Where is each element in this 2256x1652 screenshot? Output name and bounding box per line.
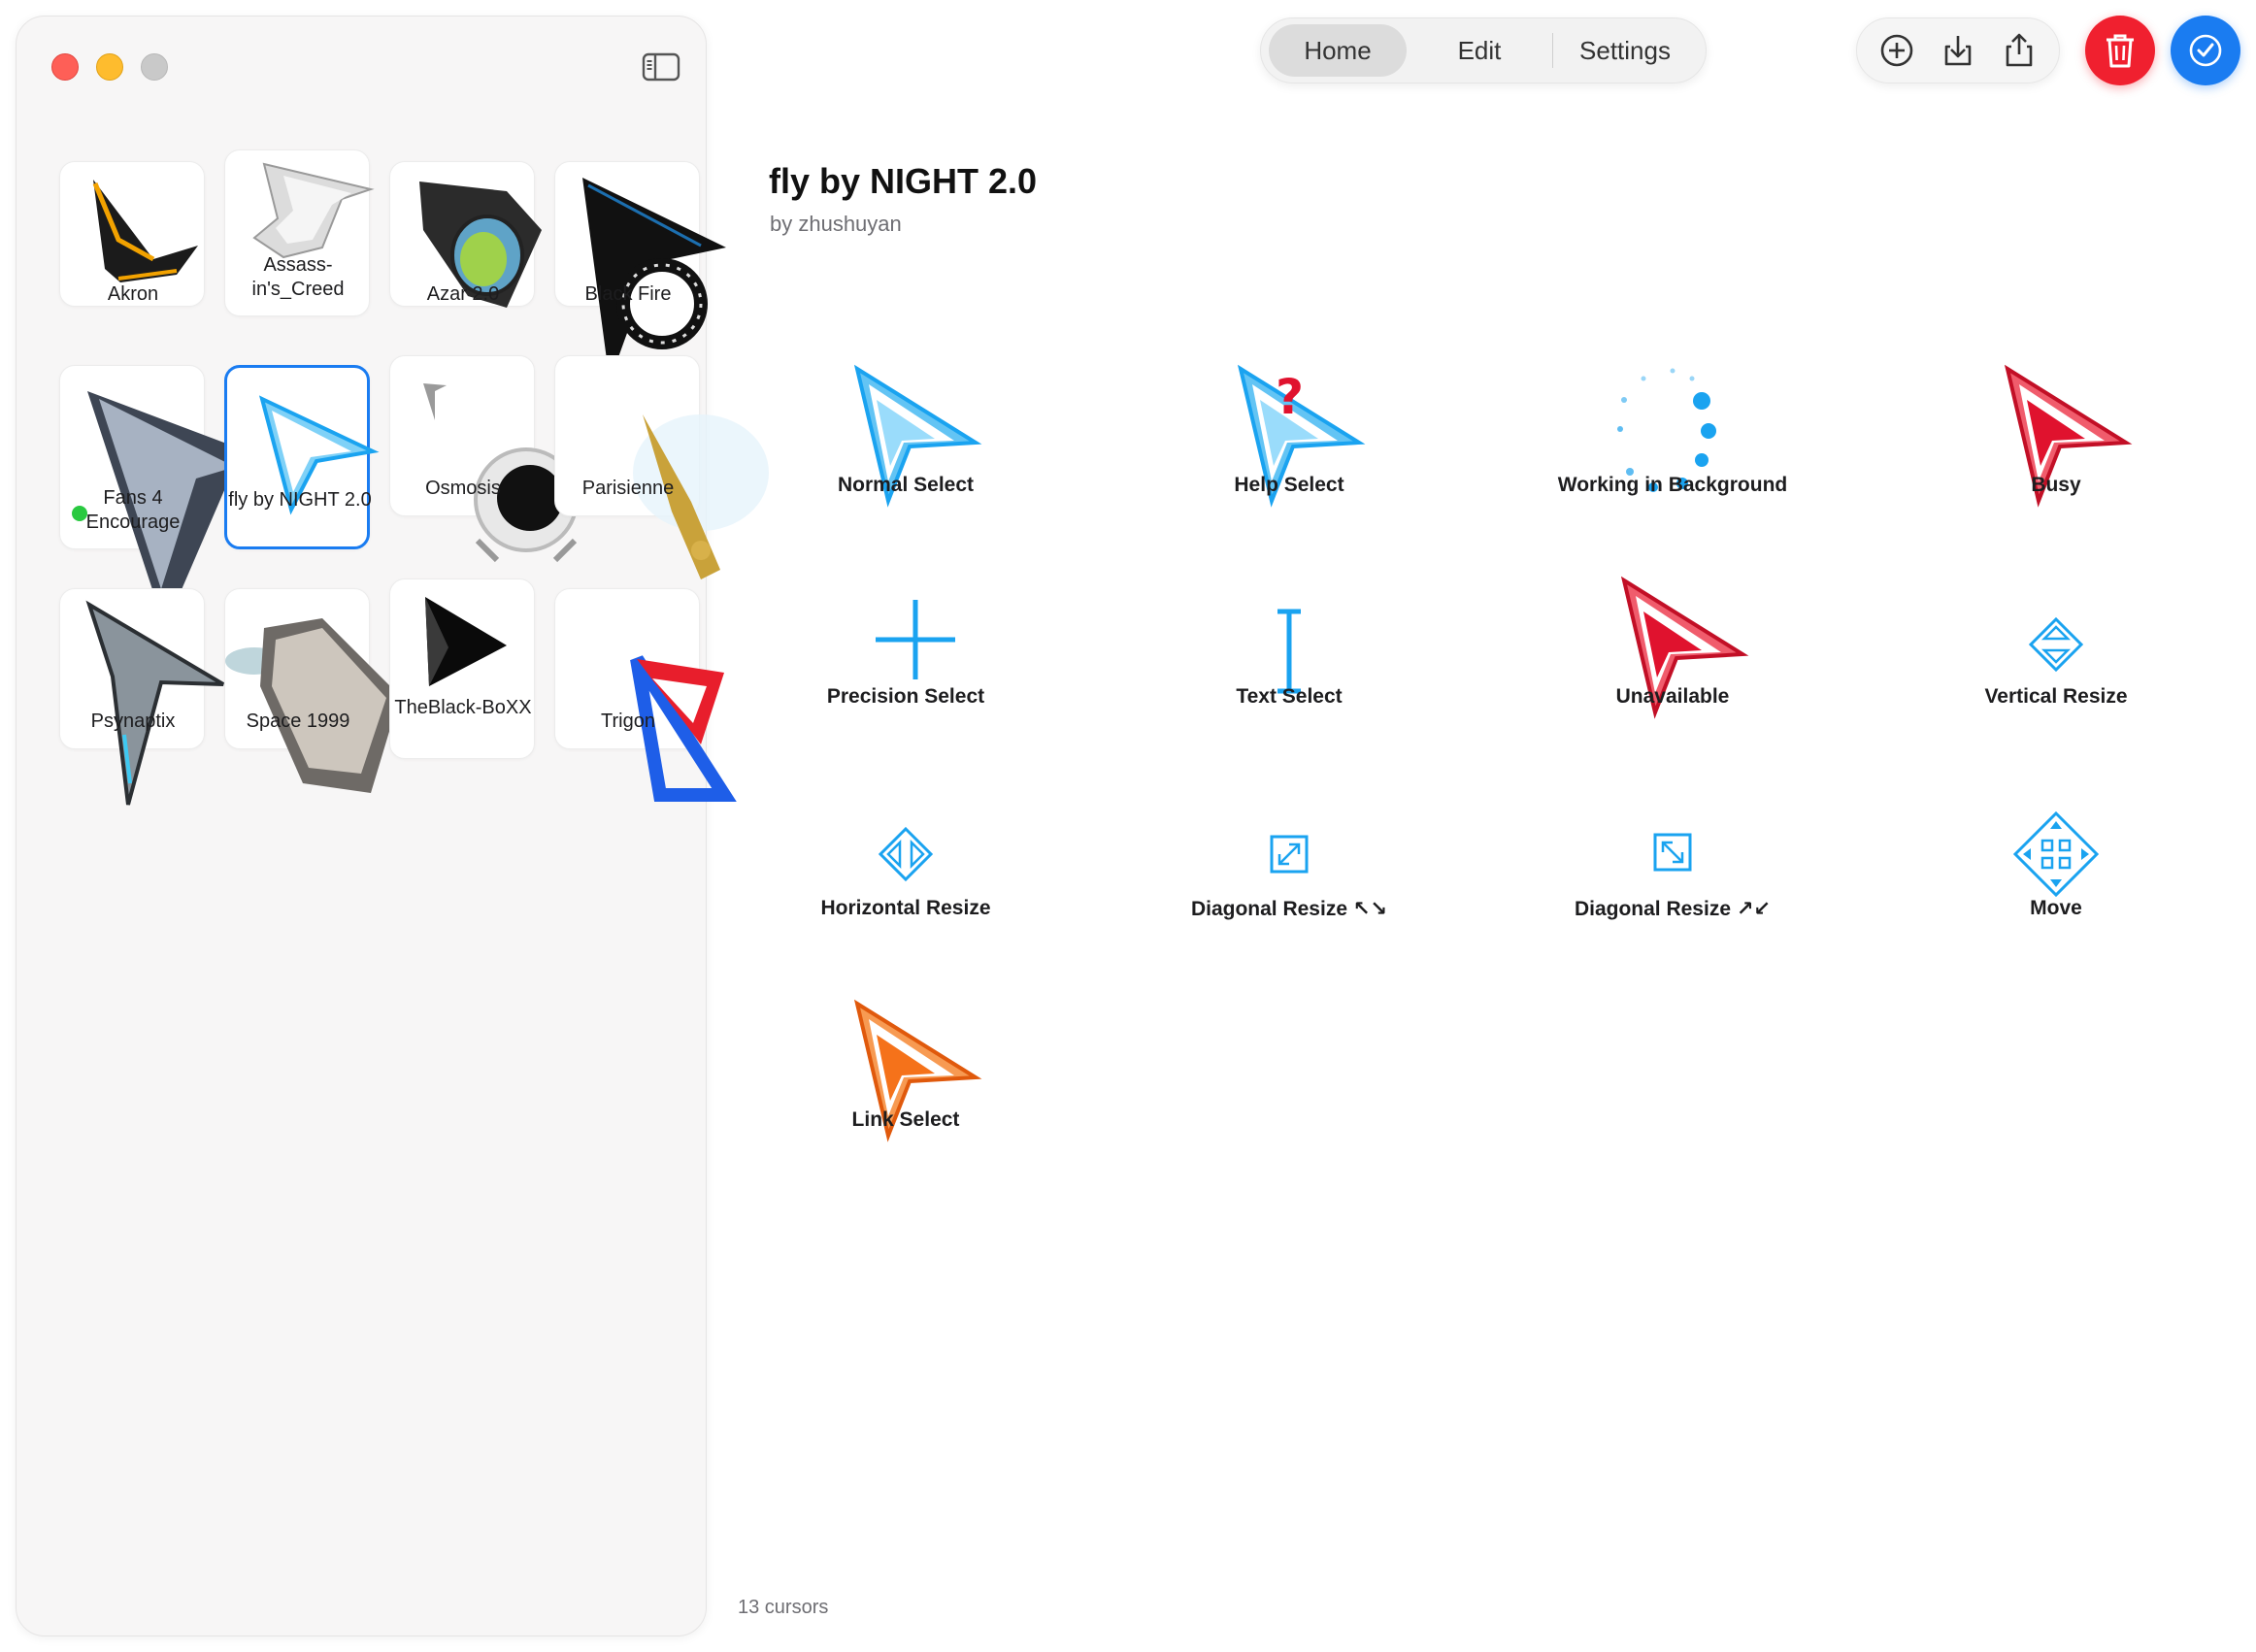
sidebar-toggle-button[interactable] [642, 51, 680, 83]
cursor-label: Help Select [1234, 474, 1344, 496]
cursor-label: Text Select [1236, 685, 1343, 708]
theme-tile-theblack-boxx[interactable]: TheBlack-BoXX [389, 578, 535, 759]
vertical-resize-icon [2028, 616, 2084, 673]
cursor-count: 13 cursors [738, 1597, 829, 1618]
unavailable-cursor-icon [1620, 576, 1749, 719]
import-icon [1944, 36, 1972, 66]
diagonal-resize-nwse-icon [1270, 835, 1309, 874]
svg-text:?: ? [1276, 369, 1304, 425]
cursor-label: Link Select [851, 1108, 960, 1131]
share-icon [2006, 33, 2032, 67]
theme-tile-azar[interactable]: Azar 2.0 [389, 161, 542, 308]
view-segmented-control: Home Edit Settings [1260, 17, 1707, 83]
theme-tile-assassins-creed[interactable]: Assass-in's_Creed [224, 149, 375, 316]
theme-author: by zhushuyan [770, 212, 902, 236]
cursor-item[interactable]: Link Select [760, 999, 1051, 1155]
cursor-item[interactable]: Busy [1910, 364, 2202, 520]
share-button[interactable] [1995, 26, 2043, 75]
tab-home[interactable]: Home [1269, 24, 1407, 77]
theme-label: Assass-in's_Creed [251, 254, 345, 300]
apply-theme-button[interactable] [2171, 16, 2240, 85]
add-button[interactable] [1873, 26, 1921, 75]
delete-theme-button[interactable] [2085, 16, 2155, 85]
cursor-label: Horizontal Resize [820, 897, 991, 919]
help-cursor-icon: ? [1237, 364, 1366, 508]
theme-title: fly by NIGHT 2.0 [769, 161, 1038, 201]
add-icon [1881, 34, 1913, 67]
theme-tile-black-fire[interactable]: Black Fire [554, 161, 726, 381]
theme-label: Akron [107, 283, 159, 305]
theme-label: Fans 4 Encourage [85, 487, 181, 533]
cursor-label: Normal Select [837, 474, 975, 496]
close-window-button[interactable] [51, 53, 79, 81]
cursor-item[interactable]: Working in Background [1527, 365, 1818, 520]
cursor-item[interactable]: Precision Select [760, 577, 1051, 732]
checkmark-icon [2189, 34, 2222, 67]
theme-tile-psynaptix[interactable]: Psynaptix [59, 588, 225, 806]
toolbar-actions [1856, 17, 2060, 83]
link-cursor-icon [853, 999, 982, 1142]
theme-label: Black Fire [584, 283, 672, 305]
cursor-label: Vertical Resize [1984, 685, 2128, 708]
theme-tile-fly-by-night[interactable]: fly by NIGHT 2.0 [224, 365, 380, 549]
trash-icon [2107, 34, 2134, 68]
import-button[interactable] [1934, 26, 1982, 75]
cursor-label: Working in Background [1557, 474, 1788, 496]
diagonal-resize-nesw-icon [1653, 833, 1692, 872]
sidebar: Akron Assass-in's_Creed Azar 2.0 Black F… [16, 16, 769, 1636]
cursor-item[interactable]: Unavailable [1527, 576, 1818, 732]
busy-cursor-icon [2004, 364, 2133, 508]
theme-label: Parisienne [581, 478, 675, 499]
cursor-label: Busy [2031, 474, 2081, 496]
cursor-item[interactable]: Text Select [1144, 577, 1435, 732]
theme-tile-parisienne[interactable]: Parisienne [554, 355, 769, 579]
move-cursor-icon [2012, 810, 2100, 898]
theme-tile-osmosis[interactable]: Osmosis [389, 355, 579, 563]
theme-label: Osmosis [425, 478, 501, 499]
spinner-cursor-icon [1617, 368, 1716, 492]
minimize-window-button[interactable] [96, 53, 123, 81]
cursor-item[interactable]: Vertical Resize [1910, 577, 2202, 732]
theme-tile-akron[interactable]: Akron [59, 161, 205, 307]
horizontal-resize-icon [878, 826, 934, 882]
cursor-label: Unavailable [1615, 685, 1730, 708]
theme-label: fly by NIGHT 2.0 [228, 489, 372, 511]
cursor-label: Precision Select [826, 685, 985, 708]
zoom-window-button[interactable] [141, 53, 168, 81]
cursor-label: Move [2030, 897, 2082, 919]
cursor-item[interactable]: Normal Select [760, 364, 1051, 520]
theme-label: TheBlack-BoXX [394, 697, 532, 718]
tab-edit[interactable]: Edit [1407, 24, 1552, 77]
theme-label: Azar 2.0 [426, 283, 500, 305]
theme-label: Psynaptix [90, 710, 176, 732]
theme-tile-trigon[interactable]: Trigon [554, 588, 737, 802]
window-controls [51, 53, 168, 81]
cursor-item[interactable]: Diagonal Resize ↗↙ [1527, 788, 1818, 943]
cursor-item[interactable]: ? Help Select [1144, 364, 1435, 520]
theme-tile-fans-4-encourage[interactable]: Fans 4 Encourage [59, 365, 283, 628]
cursor-item[interactable]: Move [1910, 788, 2202, 943]
theme-tile-space-1999[interactable]: Space 1999 [224, 588, 400, 793]
cursor-item[interactable]: Diagonal Resize ↖↘ [1144, 788, 1435, 943]
tab-settings[interactable]: Settings [1553, 24, 1697, 77]
arrow-cursor-icon [853, 364, 982, 508]
theme-label: Space 1999 [246, 710, 350, 732]
theme-label: Trigon [601, 710, 655, 732]
crosshair-cursor-icon [876, 600, 955, 679]
cursor-item[interactable]: Horizontal Resize [760, 788, 1051, 943]
cursor-label: Diagonal Resize ↗↙ [1574, 898, 1772, 920]
ibeam-cursor-icon [1277, 609, 1301, 694]
sidebar-icon [642, 52, 680, 82]
cursor-label: Diagonal Resize ↖↘ [1190, 898, 1388, 920]
